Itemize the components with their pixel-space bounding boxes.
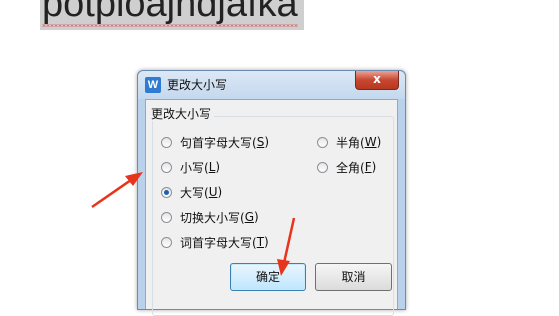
radio-toggle-case[interactable] <box>161 211 172 223</box>
dialog-titlebar[interactable]: W 更改大小写 x <box>138 71 405 99</box>
group-label: 更改大小写 <box>148 107 215 121</box>
option-full-width[interactable]: 全角(F) <box>317 159 376 175</box>
radio-title-case[interactable] <box>161 236 172 248</box>
selected-document-text: potploajndjafka <box>40 0 304 30</box>
dialog-title: 更改大小写 <box>167 78 228 92</box>
radio-uppercase[interactable] <box>161 186 172 198</box>
arrow-pointing-uppercase <box>91 172 143 209</box>
radio-sentence-case[interactable] <box>161 136 172 148</box>
radio-full-width[interactable] <box>317 161 328 173</box>
change-case-dialog: W 更改大小写 x 更改大小写 句首字母大写(S) 小写(L) 大写(U) 切换… <box>137 70 406 316</box>
close-icon: x <box>373 72 381 86</box>
option-toggle-case[interactable]: 切换大小写(G) <box>161 209 259 225</box>
option-uppercase[interactable]: 大写(U) <box>161 184 222 200</box>
option-sentence-case[interactable]: 句首字母大写(S) <box>161 134 269 150</box>
radio-half-width[interactable] <box>317 136 328 148</box>
spellcheck-underline <box>42 24 298 27</box>
ok-button[interactable]: 确定 <box>230 263 306 291</box>
cancel-button[interactable]: 取消 <box>315 263 392 291</box>
option-half-width[interactable]: 半角(W) <box>317 134 381 150</box>
radio-lowercase[interactable] <box>161 161 172 173</box>
option-title-case[interactable]: 词首字母大写(T) <box>161 234 269 250</box>
option-lowercase[interactable]: 小写(L) <box>161 159 220 175</box>
close-button[interactable]: x <box>355 71 399 90</box>
dialog-client-area: 更改大小写 句首字母大写(S) 小写(L) 大写(U) 切换大小写(G) 词首字… <box>145 99 398 316</box>
wps-writer-icon: W <box>145 77 161 93</box>
document-text: potploajndjafka <box>42 0 298 25</box>
